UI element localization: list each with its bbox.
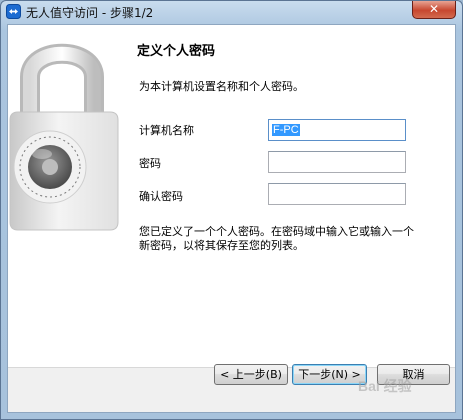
back-button[interactable]: < 上一步(B)	[214, 364, 288, 385]
computer-name-label: 计算机名称	[139, 124, 194, 137]
close-button[interactable]: ✕	[412, 1, 456, 19]
padlock-icon	[9, 43, 119, 231]
password-label: 密码	[139, 157, 161, 170]
app-icon	[6, 4, 21, 19]
watermark: Bai 经验	[358, 378, 412, 394]
page-heading: 定义个人密码	[137, 44, 216, 59]
confirm-password-label: 确认密码	[139, 190, 183, 203]
password-input[interactable]	[268, 151, 406, 173]
confirm-password-input[interactable]	[268, 183, 406, 205]
wizard-content: 定义个人密码 为本计算机设置名称和个人密码。 计算机名称 F-PC 密码 确认密…	[7, 24, 456, 413]
window-title: 无人值守访问 - 步骤1/2	[26, 6, 154, 20]
wizard-window: 无人值守访问 - 步骤1/2 ✕ 定义个人密码 为本计算机设置名称和个人密码。 …	[0, 0, 463, 420]
next-button[interactable]: 下一步(N) >	[292, 364, 367, 385]
close-icon: ✕	[428, 2, 440, 16]
page-subtitle: 为本计算机设置名称和个人密码。	[139, 80, 304, 93]
description-text: 您已定义了一个个人密码。在密码域中输入它或输入一个新密码，以将其保存至您的列表。	[139, 225, 414, 252]
title-bar[interactable]: 无人值守访问 - 步骤1/2 ✕	[1, 1, 462, 23]
computer-name-input[interactable]: F-PC	[268, 119, 406, 141]
computer-name-value: F-PC	[272, 124, 300, 136]
